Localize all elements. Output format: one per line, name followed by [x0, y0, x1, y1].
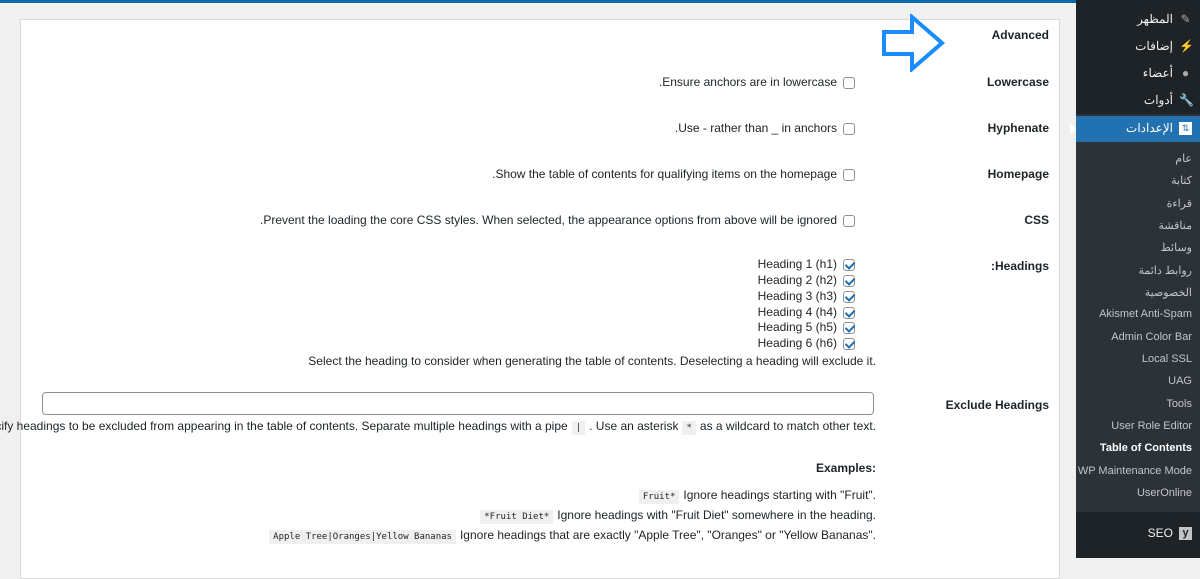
menu-label: إضافات	[1135, 39, 1173, 53]
submenu-discussion[interactable]: مناقشة	[1158, 219, 1192, 232]
css-text: Prevent the loading the core CSS styles.…	[259, 213, 837, 227]
submenu-reading[interactable]: قراءة	[1167, 197, 1192, 210]
submenu-useronline[interactable]: UserOnline	[1137, 487, 1192, 499]
heading-6-option[interactable]: Heading 6 (h6)	[758, 336, 855, 350]
menu-label: المظهر	[1137, 12, 1173, 26]
homepage-option[interactable]: Show the table of contents for qualifyin…	[492, 167, 855, 181]
heading-6-text: Heading 6 (h6)	[757, 336, 837, 350]
menu-users[interactable]: أعضاء ●	[1143, 66, 1192, 80]
css-checkbox[interactable]	[843, 214, 855, 227]
submenu-media[interactable]: وسائط	[1161, 241, 1192, 254]
heading-5-option[interactable]: Heading 5 (h5)	[758, 320, 855, 334]
hyphenate-text: Use - rather than _ in anchors.	[674, 121, 837, 135]
menu-label: SEO	[1147, 526, 1173, 540]
submenu-uag[interactable]: UAG	[1168, 375, 1192, 387]
asterisk-code: *	[682, 421, 696, 435]
heading-1-option[interactable]: Heading 1 (h1)	[758, 257, 855, 271]
submenu-general[interactable]: عام	[1175, 152, 1192, 165]
css-option[interactable]: Prevent the loading the core CSS styles.…	[260, 213, 855, 227]
menu-plugins[interactable]: إضافات ⚡	[1135, 38, 1194, 53]
example-3: Apple Tree|Oranges|Yellow Bananas Ignore …	[265, 528, 876, 544]
headings-description: Select the heading to consider when gene…	[308, 354, 876, 368]
user-icon: ●	[1181, 65, 1190, 80]
example-2: *Fruit Diet* Ignore headings with "Fruit …	[476, 508, 876, 524]
hyphenate-checkbox[interactable]	[843, 122, 855, 135]
heading-1-checkbox[interactable]	[843, 258, 855, 271]
menu-appearance[interactable]: المظهر ✎	[1137, 12, 1192, 26]
settings-icon: ⇅	[1179, 121, 1192, 135]
homepage-text: Show the table of contents for qualifyin…	[492, 167, 837, 181]
menu-label: أعضاء	[1142, 66, 1173, 80]
wrench-icon: 🔧	[1179, 92, 1194, 107]
submenu-admin-color-bar[interactable]: Admin Color Bar	[1111, 331, 1192, 343]
heading-5-checkbox[interactable]	[843, 321, 855, 334]
plugin-icon: ⚡	[1179, 38, 1194, 53]
lowercase-label: Lowercase	[986, 75, 1049, 89]
menu-seo[interactable]: SEO y	[1148, 526, 1192, 540]
menu-tools[interactable]: أدوات 🔧	[1143, 92, 1194, 107]
pipe-code: |	[571, 421, 586, 435]
lowercase-checkbox[interactable]	[843, 76, 855, 89]
submenu-permalinks[interactable]: روابط دائمة	[1138, 264, 1192, 277]
heading-2-text: Heading 2 (h2)	[757, 273, 837, 287]
heading-6-checkbox[interactable]	[843, 337, 855, 350]
submenu-akismet[interactable]: Akismet Anti-Spam	[1099, 308, 1192, 320]
submenu-tools[interactable]: Tools	[1166, 398, 1192, 410]
heading-3-checkbox[interactable]	[843, 290, 855, 303]
heading-1-text: Heading 1 (h1)	[757, 257, 837, 271]
exclude-headings-input[interactable]	[42, 392, 874, 415]
submenu-user-role-editor[interactable]: User Role Editor	[1111, 420, 1192, 432]
top-accent-bar	[0, 0, 1076, 3]
exclude-headings-help: .Specify headings to be excluded from ap…	[0, 419, 876, 435]
heading-4-text: Heading 4 (h4)	[757, 305, 837, 319]
menu-label: أدوات	[1143, 93, 1173, 107]
lowercase-text: Ensure anchors are in lowercase.	[658, 75, 837, 89]
settings-panel	[20, 19, 1060, 579]
section-title-advanced: Advanced	[991, 28, 1049, 42]
admin-sidebar: المظهر ✎ إضافات ⚡ أعضاء ● أدوات 🔧 الإعدادات ⇅…	[1070, 0, 1200, 558]
headings-label: Headings:	[990, 259, 1049, 273]
homepage-checkbox[interactable]	[843, 168, 855, 181]
homepage-label: Homepage	[987, 167, 1049, 181]
lowercase-option[interactable]: Ensure anchors are in lowercase.	[659, 75, 855, 89]
submenu-writing[interactable]: كتابة	[1171, 174, 1192, 187]
arrow-right-icon	[882, 14, 946, 72]
active-indicator	[1070, 123, 1076, 135]
exclude-headings-label: Exclude Headings	[945, 398, 1049, 412]
submenu-table-of-contents[interactable]: Table of Contents	[1100, 442, 1192, 454]
examples-title: Examples:	[815, 461, 876, 475]
example-1: Fruit* Ignore headings starting with "Fru…	[635, 488, 876, 504]
yoast-icon: y	[1179, 526, 1192, 540]
menu-label: الإعدادات	[1126, 121, 1173, 135]
heading-5-text: Heading 5 (h5)	[757, 320, 837, 334]
heading-2-option[interactable]: Heading 2 (h2)	[758, 273, 855, 287]
hyphenate-label: Hyphenate	[987, 121, 1049, 135]
hyphenate-option[interactable]: Use - rather than _ in anchors.	[675, 121, 855, 135]
heading-4-checkbox[interactable]	[843, 306, 855, 319]
submenu-local-ssl[interactable]: Local SSL	[1142, 353, 1192, 365]
submenu-privacy[interactable]: الخصوصية	[1145, 286, 1192, 299]
menu-settings[interactable]: الإعدادات ⇅	[1126, 121, 1192, 135]
heading-4-option[interactable]: Heading 4 (h4)	[758, 305, 855, 319]
heading-3-option[interactable]: Heading 3 (h3)	[758, 289, 855, 303]
heading-2-checkbox[interactable]	[843, 274, 855, 287]
submenu-wp-maintenance-mode[interactable]: WP Maintenance Mode	[1078, 465, 1192, 477]
paintbrush-icon: ✎	[1180, 11, 1191, 26]
css-label: CSS	[1024, 213, 1049, 227]
heading-3-text: Heading 3 (h3)	[757, 289, 837, 303]
